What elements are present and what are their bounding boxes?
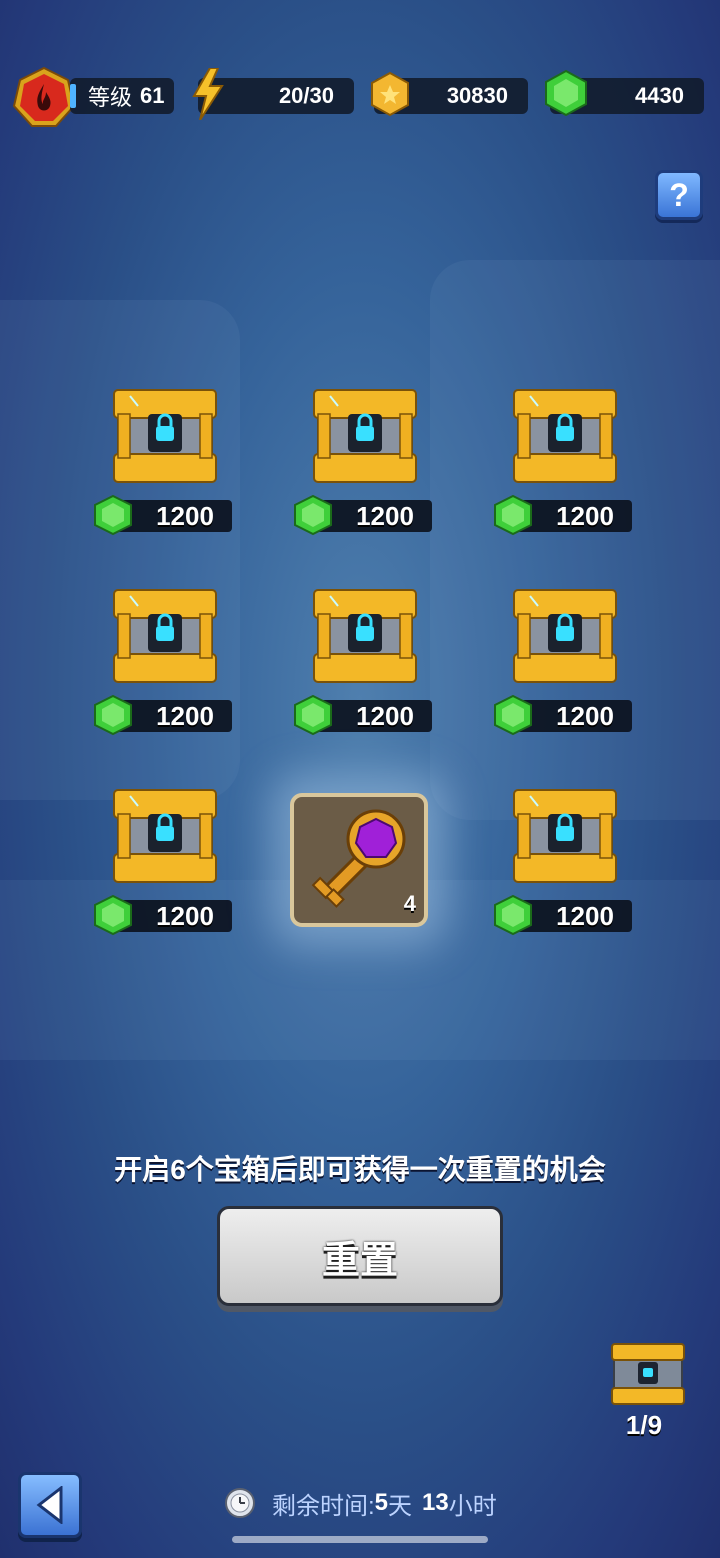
reset-button-label: 重置 bbox=[321, 1239, 398, 1282]
level-display: 等级 61 bbox=[88, 78, 165, 114]
chest-slot[interactable]: 1200 bbox=[492, 584, 642, 754]
chest-price-value: 1200 bbox=[556, 501, 614, 531]
chest-price: 1200 bbox=[92, 694, 234, 736]
lightning-icon bbox=[192, 68, 224, 120]
locked-chest-icon[interactable] bbox=[108, 784, 222, 888]
resource-bar: 等级 61 20/30 30830 4430 bbox=[0, 66, 720, 127]
chest-icon bbox=[611, 1343, 685, 1405]
back-button[interactable] bbox=[18, 1472, 82, 1538]
gem-icon bbox=[545, 69, 587, 117]
chest-price: 1200 bbox=[492, 894, 634, 936]
chest-price-value: 1200 bbox=[156, 901, 214, 931]
back-arrow-icon bbox=[36, 1486, 63, 1524]
chest-slot[interactable]: 1200 bbox=[92, 384, 242, 554]
chest-progress-text: 1/9 bbox=[625, 1410, 663, 1440]
help-button[interactable]: ? bbox=[655, 170, 703, 220]
chest-price-value: 1200 bbox=[156, 701, 214, 731]
chest-price: 1200 bbox=[492, 694, 634, 736]
chest-price-value: 1200 bbox=[356, 501, 414, 531]
chest-slot[interactable]: 1200 bbox=[492, 384, 642, 554]
chest-price: 1200 bbox=[92, 894, 234, 936]
gem-icon bbox=[492, 494, 534, 536]
gem-icon bbox=[292, 494, 334, 536]
locked-chest-icon[interactable] bbox=[508, 584, 622, 688]
remaining-time: 剩余时间: 5 天 13 小时 bbox=[224, 1484, 497, 1522]
clock-icon bbox=[225, 1488, 255, 1518]
gem-value: 4430 bbox=[635, 83, 684, 108]
level-badge-icon bbox=[12, 66, 76, 127]
chest-slot[interactable]: 1200 bbox=[292, 584, 442, 754]
timer-hours-unit: 小时 bbox=[448, 1492, 497, 1520]
chest-price-value: 1200 bbox=[556, 701, 614, 731]
chest-price: 1200 bbox=[292, 694, 434, 736]
chest-slot[interactable]: 1200 bbox=[292, 384, 442, 554]
xp-indicator bbox=[70, 84, 76, 108]
locked-chest-icon[interactable] bbox=[108, 584, 222, 688]
chest-progress[interactable]: 1/9 bbox=[604, 1338, 690, 1448]
chest-price: 1200 bbox=[492, 494, 634, 536]
key-count: 4 bbox=[403, 891, 416, 916]
chest-price: 1200 bbox=[292, 494, 434, 536]
home-indicator bbox=[232, 1536, 488, 1543]
locked-chest-icon[interactable] bbox=[108, 384, 222, 488]
timer-days-value: 5 bbox=[374, 1489, 389, 1516]
energy-value: 20/30 bbox=[278, 83, 334, 108]
coin-value: 30830 bbox=[446, 83, 508, 108]
background bbox=[0, 0, 720, 1558]
chest-slot[interactable]: 1200 bbox=[92, 784, 242, 954]
chest-slot[interactable]: 1200 bbox=[92, 584, 242, 754]
timer-label: 剩余时间: bbox=[272, 1492, 375, 1520]
gem-icon bbox=[92, 894, 134, 936]
key-icon bbox=[311, 809, 406, 908]
locked-chest-icon[interactable] bbox=[308, 584, 422, 688]
locked-chest-icon[interactable] bbox=[508, 784, 622, 888]
timer-hours-value: 13 bbox=[422, 1489, 449, 1516]
timer-days-unit: 天 bbox=[388, 1492, 413, 1520]
chest-slot[interactable]: 1200 bbox=[492, 784, 642, 954]
chest-price: 1200 bbox=[92, 494, 234, 536]
coin-icon bbox=[371, 71, 409, 117]
chest-price-value: 1200 bbox=[156, 501, 214, 531]
gem-icon bbox=[92, 494, 134, 536]
gem-icon bbox=[492, 894, 534, 936]
gem-icon bbox=[292, 694, 334, 736]
key-reward-tile[interactable]: 4 bbox=[290, 793, 428, 927]
reset-button[interactable]: 重置 bbox=[217, 1206, 503, 1306]
level-label: 等级 bbox=[88, 85, 133, 110]
locked-chest-icon[interactable] bbox=[508, 384, 622, 488]
gem-icon bbox=[492, 694, 534, 736]
locked-chest-icon[interactable] bbox=[308, 384, 422, 488]
chest-price-value: 1200 bbox=[556, 901, 614, 931]
level-value: 61 bbox=[140, 83, 165, 108]
reset-hint-text: 开启6个宝箱后即可获得一次重置的机会 bbox=[114, 1154, 606, 1185]
gem-icon bbox=[92, 694, 134, 736]
help-icon: ? bbox=[669, 176, 689, 213]
chest-price-value: 1200 bbox=[356, 701, 414, 731]
